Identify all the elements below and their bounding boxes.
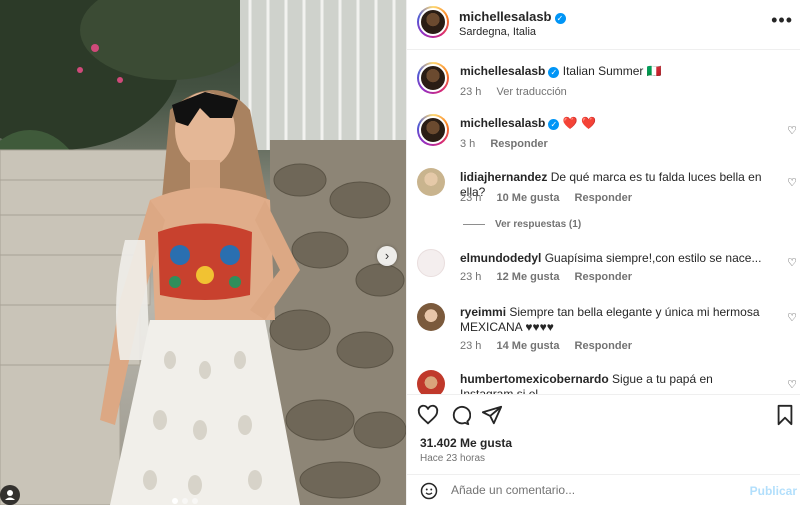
like-comment-heart-icon[interactable]: ♡ (787, 176, 797, 189)
user-icon (5, 490, 15, 500)
comment-body: michellesalasb ✓ Italian Summer 🇮🇹 (460, 64, 765, 79)
avatar[interactable] (417, 370, 445, 394)
translate-button[interactable]: Ver traducción (496, 86, 566, 98)
comment-body: elmundodedyl Guapísima siempre!,con esti… (460, 251, 765, 266)
comment-meta: 23 h Ver traducción (460, 86, 579, 98)
comment-meta: 23 h 14 Me gusta Responder (460, 340, 644, 352)
view-replies-button[interactable]: Ver respuestas (1) (463, 219, 581, 230)
comment-username[interactable]: michellesalasb (460, 116, 545, 130)
author-avatar[interactable] (417, 6, 449, 38)
publish-button[interactable]: Publicar (750, 484, 797, 498)
comment-likes[interactable]: 10 Me gusta (496, 192, 559, 204)
post-photo[interactable]: › (0, 0, 406, 505)
comments-list[interactable]: michellesalasb ✓ Italian Summer 🇮🇹 23 h V… (407, 51, 800, 394)
post-panel: michellesalasb ✓ Sardegna, Italia ••• mic… (406, 0, 800, 505)
reply-button[interactable]: Responder (575, 192, 632, 204)
comment-time: 23 h (460, 271, 482, 283)
carousel-next-button[interactable]: › (377, 246, 397, 266)
emoji-icon[interactable] (420, 482, 438, 500)
avatar[interactable] (417, 303, 445, 331)
comment-username[interactable]: ryeimmi (460, 305, 506, 319)
comment-text: ❤️ ❤️ (562, 116, 596, 130)
comment-time: 23 h (460, 192, 482, 204)
carousel-dot (182, 498, 188, 504)
like-comment-heart-icon[interactable]: ♡ (787, 124, 797, 137)
reply-button[interactable]: Responder (575, 271, 632, 283)
share-icon[interactable] (481, 404, 503, 426)
verified-icon: ✓ (554, 13, 566, 24)
post-actions: 31.402 Me gusta Hace 23 horas (407, 394, 800, 474)
like-comment-heart-icon[interactable]: ♡ (787, 256, 797, 269)
avatar[interactable] (417, 249, 445, 277)
comment-time: 23 h (460, 86, 482, 98)
avatar[interactable] (417, 114, 449, 146)
comment-body: humbertomexicobernardo Sigue a tu papá e… (460, 372, 765, 394)
tagged-users-button[interactable] (0, 485, 20, 505)
comment-meta: 23 h 10 Me gusta Responder (460, 192, 644, 204)
author-username[interactable]: michellesalasb ✓ (459, 9, 566, 24)
heart-icon[interactable] (417, 404, 439, 426)
verified-icon: ✓ (548, 67, 560, 78)
more-icon[interactable]: ••• (771, 10, 793, 31)
reply-button[interactable]: Responder (575, 340, 632, 352)
comment-likes[interactable]: 14 Me gusta (496, 340, 559, 352)
author-username-text[interactable]: michellesalasb (459, 9, 552, 24)
comment-composer: Publicar (407, 474, 800, 505)
comment-input[interactable] (451, 480, 741, 500)
verified-icon: ✓ (548, 119, 560, 130)
photo-illustration (0, 0, 406, 505)
comment-meta: 23 h 12 Me gusta Responder (460, 271, 644, 283)
post-header: michellesalasb ✓ Sardegna, Italia ••• (407, 0, 800, 50)
carousel-dot (172, 498, 178, 504)
avatar[interactable] (417, 168, 445, 196)
like-comment-heart-icon[interactable]: ♡ (787, 311, 797, 324)
comment-time: 3 h (460, 138, 476, 150)
avatar[interactable] (417, 62, 449, 94)
comment-body: michellesalasb ✓ ❤️ ❤️ (460, 116, 765, 131)
reply-button[interactable]: Responder (490, 138, 547, 150)
comment-username[interactable]: elmundodedyl (460, 251, 541, 265)
comment-time: 23 h (460, 340, 482, 352)
comment-username[interactable]: michellesalasb (460, 64, 545, 78)
comment-icon[interactable] (449, 404, 471, 426)
carousel-dots (172, 498, 198, 504)
comment-text: Italian Summer 🇮🇹 (562, 64, 662, 78)
comment-likes[interactable]: 12 Me gusta (496, 271, 559, 283)
comment-username[interactable]: humbertomexicobernardo (460, 372, 609, 386)
like-comment-heart-icon[interactable]: ♡ (787, 378, 797, 391)
bookmark-icon[interactable] (775, 404, 795, 426)
post-location[interactable]: Sardegna, Italia (459, 26, 536, 38)
comment-body: ryeimmi Siempre tan bella elegante y úni… (460, 305, 765, 335)
comment-text: Guapísima siempre!,con estilo se nace... (544, 251, 762, 265)
comment-meta: 3 h Responder (460, 138, 560, 150)
carousel-dot (192, 498, 198, 504)
comment-username[interactable]: lidiajhernandez (460, 170, 547, 184)
post-time: Hace 23 horas (420, 453, 486, 464)
likes-count[interactable]: 31.402 Me gusta (420, 436, 512, 450)
